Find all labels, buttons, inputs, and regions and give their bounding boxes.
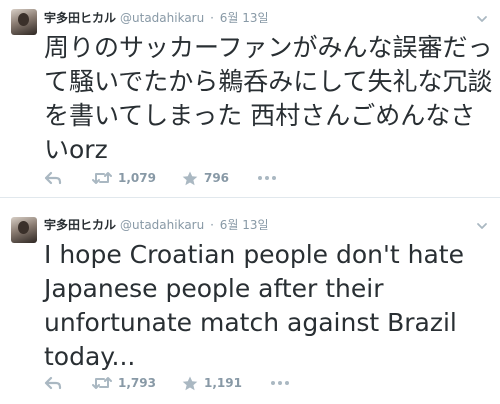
tweet-header: 宇多田ヒカル @utadahikaru · 6월 13일 xyxy=(44,8,269,28)
tweet-actions: 1,793 1,191 xyxy=(44,373,290,393)
chevron-down-icon[interactable] xyxy=(476,13,488,25)
retweet-count: 1,793 xyxy=(118,376,156,390)
more-dots-icon xyxy=(270,381,289,385)
retweet-count: 1,079 xyxy=(118,171,156,185)
favorite-count: 796 xyxy=(203,171,230,185)
timestamp[interactable]: 6월 13일 xyxy=(220,218,269,232)
tweet[interactable]: 宇多田ヒカル @utadahikaru · 6월 13일 I hope Croat… xyxy=(0,198,500,404)
display-name[interactable]: 宇多田ヒカル xyxy=(44,11,116,25)
chevron-down-icon[interactable] xyxy=(476,220,488,232)
separator: · xyxy=(210,11,214,25)
reply-icon xyxy=(44,171,62,185)
more-dots-icon xyxy=(258,176,277,180)
tweet[interactable]: 宇多田ヒカル @utadahikaru · 6월 13일 周りのサッカーファンがみ… xyxy=(0,0,500,198)
favorite-button[interactable]: 1,191 xyxy=(182,373,242,393)
username[interactable]: @utadahikaru xyxy=(120,218,204,232)
display-name[interactable]: 宇多田ヒカル xyxy=(44,218,116,232)
tweet-text: I hope Croatian people don't hate Japane… xyxy=(44,240,464,371)
reply-button[interactable] xyxy=(44,168,64,188)
username[interactable]: @utadahikaru xyxy=(120,11,204,25)
more-button[interactable] xyxy=(257,168,277,188)
tweet-text: 周りのサッカーファンがみんな誤審だって騒いでたから鵜呑みにして失礼な冗談を書いて… xyxy=(44,33,493,164)
retweet-button[interactable]: 1,793 xyxy=(92,373,156,393)
retweet-button[interactable]: 1,079 xyxy=(92,168,156,188)
separator: · xyxy=(210,218,214,232)
more-button[interactable] xyxy=(270,373,290,393)
reply-button[interactable] xyxy=(44,373,64,393)
star-icon xyxy=(182,171,198,185)
tweet-header: 宇多田ヒカル @utadahikaru · 6월 13일 xyxy=(44,215,269,235)
retweet-icon xyxy=(92,377,112,389)
timestamp[interactable]: 6월 13일 xyxy=(220,11,269,25)
star-icon xyxy=(182,376,198,390)
retweet-icon xyxy=(92,172,112,184)
avatar[interactable] xyxy=(11,217,37,243)
avatar[interactable] xyxy=(11,9,37,35)
favorite-button[interactable]: 796 xyxy=(182,168,229,188)
favorite-count: 1,191 xyxy=(203,376,242,390)
tweet-actions: 1,079 796 xyxy=(44,168,277,188)
reply-icon xyxy=(44,376,62,390)
